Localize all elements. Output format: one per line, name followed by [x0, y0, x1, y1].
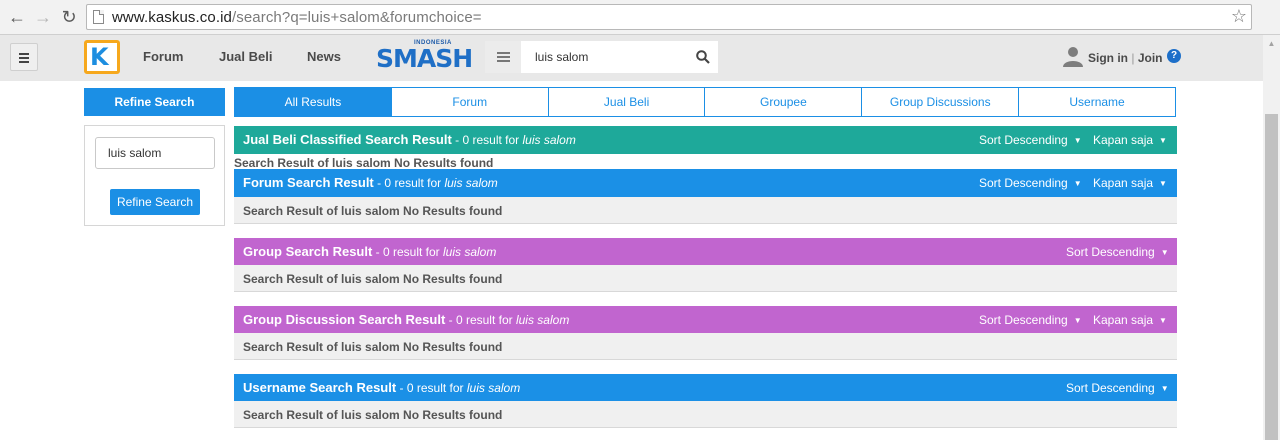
- tab-jual-beli[interactable]: Jual Beli: [547, 87, 706, 117]
- section-title: Jual Beli Classified Search Result: [243, 132, 452, 147]
- jual-beli-no-results: Search Result of luis salom No Results f…: [234, 156, 494, 170]
- section-title: Username Search Result: [243, 380, 397, 395]
- time-dropdown[interactable]: Kapan saja ▼: [1093, 133, 1167, 147]
- sort-label: Sort Descending: [979, 133, 1068, 147]
- section-query: luis salom: [443, 245, 497, 259]
- join-link[interactable]: Join: [1138, 51, 1163, 65]
- time-label: Kapan saja: [1093, 313, 1154, 327]
- username-result-header: Username Search Result - 0 result for lu…: [234, 374, 1177, 402]
- sort-dropdown[interactable]: Sort Descending ▼: [1066, 381, 1169, 395]
- search-category-menu-icon[interactable]: [485, 41, 521, 73]
- url-text[interactable]: www.kaskus.co.id/search?q=luis+salom&for…: [112, 9, 482, 26]
- nav-forum[interactable]: Forum: [143, 49, 183, 64]
- tab-all-results[interactable]: All Results: [234, 87, 392, 117]
- search-icon[interactable]: [696, 50, 710, 64]
- page-icon: [93, 10, 104, 24]
- smash-logo[interactable]: INDONESIA SMASH: [376, 40, 473, 74]
- forward-arrow-icon[interactable]: →: [32, 6, 54, 28]
- url-host: www.kaskus.co.id: [112, 9, 232, 26]
- page-scrollbar[interactable]: ▲: [1263, 35, 1280, 440]
- sort-label: Sort Descending: [1066, 381, 1155, 395]
- hamburger-menu-icon[interactable]: [10, 43, 38, 71]
- user-icon: [1063, 47, 1083, 67]
- section-title: Group Discussion Search Result: [243, 312, 446, 327]
- caret-down-icon: ▼: [1073, 136, 1082, 146]
- forum-no-results: Search Result of luis salom No Results f…: [234, 197, 1177, 224]
- section-query: luis salom: [444, 176, 498, 190]
- refine-search-input[interactable]: [95, 137, 215, 169]
- caret-down-icon: ▼: [1073, 316, 1082, 326]
- url-path: /search?q=luis+salom&forumchoice=: [231, 9, 482, 26]
- section-query: luis salom: [515, 313, 570, 327]
- jual-beli-result-header: Jual Beli Classified Search Result - 0 r…: [234, 126, 1177, 154]
- nav-news[interactable]: News: [307, 49, 341, 64]
- signin-separator: |: [1131, 51, 1135, 65]
- caret-down-icon: ▼: [1073, 179, 1082, 189]
- caret-down-icon: ▼: [1159, 179, 1167, 189]
- group-result-header: Group Search Result - 0 result for luis …: [234, 238, 1177, 266]
- tab-username[interactable]: Username: [1018, 87, 1176, 117]
- sort-label: Sort Descending: [979, 176, 1068, 190]
- group-discussion-no-results: Search Result of luis salom No Results f…: [234, 333, 1177, 360]
- nav-jual-beli[interactable]: Jual Beli: [219, 49, 272, 64]
- time-dropdown[interactable]: Kapan saja ▼: [1093, 313, 1167, 327]
- caret-down-icon: ▼: [1159, 316, 1167, 326]
- browser-toolbar: ← → ↻ www.kaskus.co.id/search?q=luis+sal…: [0, 0, 1280, 35]
- scrollbar-thumb[interactable]: [1265, 114, 1278, 440]
- sort-dropdown[interactable]: Sort Descending ▼: [979, 313, 1082, 327]
- section-count: - 0 result for: [396, 381, 467, 395]
- help-icon[interactable]: ?: [1167, 49, 1181, 63]
- tab-forum[interactable]: Forum: [390, 87, 549, 117]
- signin-join: Sign in | Join: [1088, 51, 1162, 65]
- section-title: Forum Search Result: [243, 175, 374, 190]
- refine-search-button[interactable]: Refine Search: [110, 189, 200, 215]
- sort-dropdown[interactable]: Sort Descending ▼: [1066, 245, 1169, 259]
- tab-groupee[interactable]: Groupee: [704, 87, 863, 117]
- sort-label: Sort Descending: [1066, 245, 1155, 259]
- site-header: K Forum Jual Beli News INDONESIA SMASH S…: [0, 35, 1268, 81]
- section-count: - 0 result for: [445, 313, 516, 327]
- group-discussion-result-header: Group Discussion Search Result - 0 resul…: [234, 306, 1177, 334]
- time-label: Kapan saja: [1093, 176, 1154, 190]
- sort-dropdown[interactable]: Sort Descending ▼: [979, 133, 1082, 147]
- section-query: luis salom: [466, 381, 521, 395]
- no-results-text: Search Result of luis salom No Results f…: [243, 408, 503, 422]
- time-label: Kapan saja: [1093, 133, 1154, 147]
- signin-link[interactable]: Sign in: [1088, 51, 1128, 65]
- scroll-up-icon[interactable]: ▲: [1263, 35, 1280, 52]
- no-results-text: Search Result of luis salom No Results f…: [243, 340, 503, 354]
- section-query: luis salom: [522, 133, 576, 147]
- caret-down-icon: ▼: [1160, 248, 1169, 258]
- section-count: - 0 result for: [451, 133, 523, 147]
- section-count: - 0 result for: [372, 245, 443, 259]
- section-title: Group Search Result: [243, 244, 373, 259]
- smash-logo-text: SMASH: [376, 44, 473, 73]
- tab-group-discussions[interactable]: Group Discussions: [861, 87, 1020, 117]
- forum-result-header: Forum Search Result - 0 result for luis …: [234, 169, 1177, 197]
- refine-search-panel: Refine Search: [84, 125, 225, 226]
- time-dropdown[interactable]: Kapan saja ▼: [1093, 176, 1167, 190]
- no-results-text: Search Result of luis salom No Results f…: [243, 272, 503, 286]
- kaskus-logo[interactable]: K: [84, 40, 120, 74]
- header-search: [485, 41, 718, 73]
- back-arrow-icon[interactable]: ←: [6, 6, 28, 28]
- bookmark-star-icon[interactable]: ☆: [1231, 6, 1247, 27]
- result-tabs: All Results Forum Jual Beli Groupee Grou…: [234, 87, 1176, 117]
- address-bar[interactable]: www.kaskus.co.id/search?q=luis+salom&for…: [86, 4, 1252, 30]
- caret-down-icon: ▼: [1159, 136, 1167, 146]
- refine-search-header: Refine Search: [84, 88, 225, 116]
- caret-down-icon: ▼: [1160, 384, 1169, 394]
- section-count: - 0 result for: [373, 176, 445, 190]
- search-input[interactable]: [521, 41, 691, 73]
- sort-label: Sort Descending: [979, 313, 1068, 327]
- sort-dropdown[interactable]: Sort Descending ▼: [979, 176, 1082, 190]
- group-no-results: Search Result of luis salom No Results f…: [234, 265, 1177, 292]
- reload-icon[interactable]: ↻: [58, 6, 80, 28]
- username-no-results: Search Result of luis salom No Results f…: [234, 401, 1177, 428]
- no-results-text: Search Result of luis salom No Results f…: [243, 204, 503, 218]
